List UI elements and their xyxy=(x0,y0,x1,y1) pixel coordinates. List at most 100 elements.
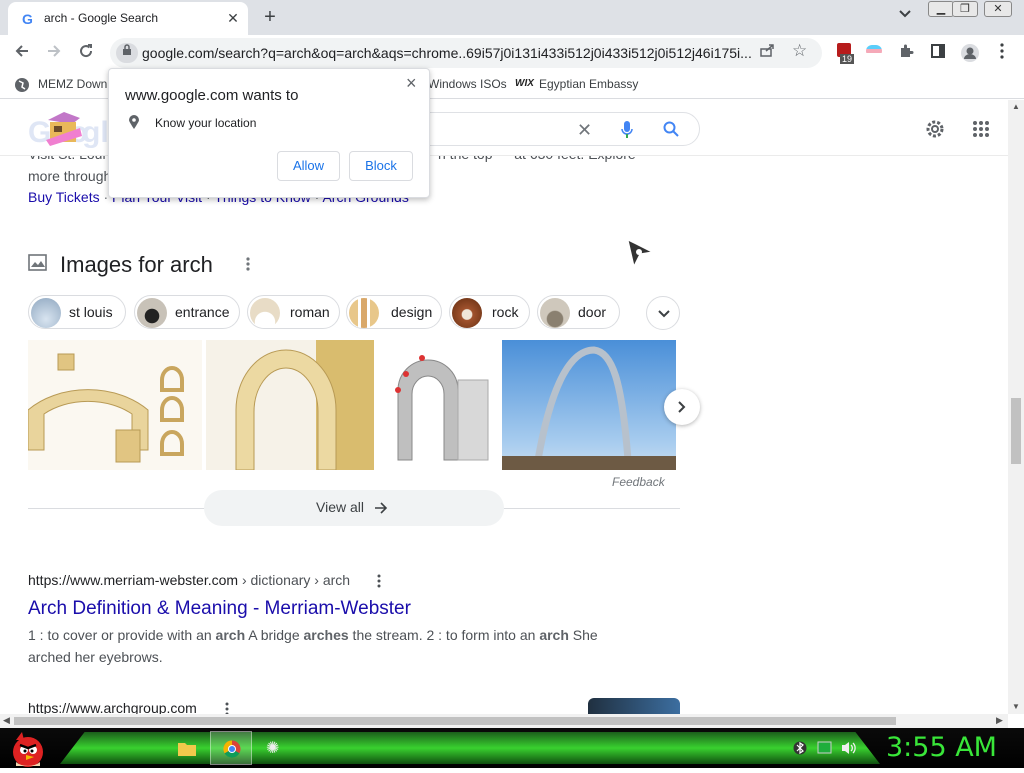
horizontal-scroll-thumb[interactable] xyxy=(14,717,896,725)
chip-entrance[interactable]: entrance xyxy=(134,295,240,329)
search-icon[interactable] xyxy=(663,121,679,142)
sitelink-buy-tickets[interactable]: Buy Tickets xyxy=(28,189,100,205)
taskbar-chrome-button[interactable] xyxy=(210,731,252,765)
result-snippet-line1: 1 : to cover or provide with an arch A b… xyxy=(28,627,598,643)
images-section-heading: Images for arch xyxy=(60,252,213,277)
extensions-puzzle-icon[interactable] xyxy=(896,43,916,63)
scroll-left-arrow-icon[interactable]: ◀ xyxy=(3,715,10,726)
new-tab-button[interactable]: + xyxy=(258,6,282,30)
snippet-bold: arch xyxy=(539,627,569,643)
tab-search-chevron-icon[interactable] xyxy=(894,8,916,26)
chips-expand-button[interactable] xyxy=(646,296,680,330)
chip-thumb-roman xyxy=(250,298,280,328)
bookmark-memz[interactable]: MEMZ Down xyxy=(38,77,107,91)
chip-roman[interactable]: roman xyxy=(247,295,340,329)
view-all-label: View all xyxy=(316,499,364,515)
start-button-angry-bird-icon[interactable] xyxy=(8,730,48,773)
voice-search-icon[interactable] xyxy=(621,121,633,144)
search-box[interactable]: ✕ xyxy=(410,112,700,146)
tray-volume-icon[interactable] xyxy=(841,740,857,761)
extension-red-icon[interactable]: 19 xyxy=(834,43,855,64)
result-more-options-icon[interactable] xyxy=(377,574,381,593)
settings-gear-icon[interactable] xyxy=(924,118,946,145)
snippet-text: 1 : to cover or provide with an xyxy=(28,627,216,643)
google-doodle-logo[interactable]: Goo gle xyxy=(28,110,125,150)
block-button[interactable]: Block xyxy=(349,151,413,181)
back-button[interactable] xyxy=(10,41,34,65)
extension-flag-icon[interactable] xyxy=(864,43,884,63)
images-section-icon xyxy=(28,254,48,277)
profile-avatar-icon[interactable] xyxy=(960,43,980,63)
result-snippet-line2: arched her eyebrows. xyxy=(28,649,163,665)
image-result-gateway-arch[interactable] xyxy=(502,340,676,470)
taskbar-clock[interactable]: 3:55 AM xyxy=(886,732,997,763)
chip-door[interactable]: door xyxy=(537,295,620,329)
vertical-scrollbar[interactable]: ▲ ▼ xyxy=(1008,100,1024,714)
image-result-arch-3d[interactable] xyxy=(378,340,498,470)
result2-thumbnail[interactable] xyxy=(588,698,680,714)
scroll-right-arrow-icon[interactable]: ▶ xyxy=(996,715,1003,726)
location-permission-dialog: www.google.com wants to × Know your loca… xyxy=(108,68,430,198)
taskbar-app-icon[interactable]: ✺ xyxy=(266,738,279,758)
tray-battery-icon[interactable] xyxy=(817,741,833,760)
horizontal-scrollbar[interactable]: ◀ ▶ xyxy=(0,714,1008,728)
chip-thumb-rock xyxy=(452,298,482,328)
browser-toolbar: google.com/search?q=arch&oq=arch&aqs=chr… xyxy=(0,35,1024,71)
result-cite: https://www.merriam-webster.com › dictio… xyxy=(28,572,350,588)
snippet-bold: arch xyxy=(215,627,246,643)
google-apps-icon[interactable] xyxy=(972,120,990,143)
chip-thumb-st-louis xyxy=(31,298,61,328)
side-panel-icon[interactable] xyxy=(928,43,948,63)
scroll-down-arrow-icon[interactable]: ▼ xyxy=(1012,702,1020,711)
bookmark-egyptian-embassy[interactable]: Egyptian Embassy xyxy=(539,77,638,91)
share-icon[interactable] xyxy=(760,43,776,60)
bookmark-globe-icon xyxy=(14,77,30,93)
minimize-button[interactable]: ▁ xyxy=(928,1,954,17)
wix-icon: WIX xyxy=(515,78,534,89)
image-result-arch-diagram[interactable] xyxy=(28,340,202,470)
scroll-up-arrow-icon[interactable]: ▲ xyxy=(1012,102,1020,111)
mouse-cursor-icon xyxy=(626,238,654,273)
image-result-voussoirs[interactable] xyxy=(206,340,374,470)
window-close-button[interactable]: ✕ xyxy=(984,1,1012,17)
maximize-button[interactable]: ❐ xyxy=(952,1,978,17)
result2-cite: https://www.archgroup.com xyxy=(28,700,197,714)
view-all-images-button[interactable]: View all xyxy=(204,490,504,526)
chip-rock[interactable]: rock xyxy=(449,295,530,329)
chip-label: door xyxy=(578,304,607,320)
address-bar[interactable]: google.com/search?q=arch&oq=arch&aqs=chr… xyxy=(110,38,822,68)
file-explorer-icon[interactable] xyxy=(178,740,196,761)
chip-thumb-door xyxy=(540,298,570,328)
images-feedback-link[interactable]: Feedback xyxy=(612,475,665,489)
image-carousel-next-button[interactable] xyxy=(664,389,700,425)
chip-label: design xyxy=(391,304,433,320)
bookmark-windows-isos[interactable]: Windows ISOs xyxy=(428,77,507,91)
chip-st-louis[interactable]: st louis xyxy=(28,295,126,329)
chip-design[interactable]: design xyxy=(346,295,442,329)
clear-search-icon[interactable]: ✕ xyxy=(577,120,592,141)
tray-bluetooth-icon[interactable] xyxy=(793,741,807,760)
lock-icon[interactable] xyxy=(116,43,138,63)
permission-text: Know your location xyxy=(155,116,257,130)
tab-close-icon[interactable]: ✕ xyxy=(224,9,242,27)
forward-button[interactable] xyxy=(42,41,66,65)
browser-menu-icon[interactable] xyxy=(992,43,1012,63)
snippet-text: She xyxy=(568,627,598,643)
tab-active[interactable]: G arch - Google Search ✕ xyxy=(8,2,248,35)
result2-more-options-icon[interactable] xyxy=(225,702,229,714)
chip-thumb-entrance xyxy=(137,298,167,328)
snippet-bold: arches xyxy=(303,627,349,643)
images-more-options-icon[interactable] xyxy=(246,256,250,277)
dialog-close-icon[interactable]: × xyxy=(406,73,417,94)
chip-thumb-design xyxy=(349,298,379,328)
result-cite-path: › dictionary › arch xyxy=(238,572,351,588)
vertical-scroll-thumb[interactable] xyxy=(1011,398,1021,464)
url-text[interactable]: google.com/search?q=arch&oq=arch&aqs=chr… xyxy=(142,45,752,61)
bookmark-star-icon[interactable]: ☆ xyxy=(792,41,807,61)
result-title-link[interactable]: Arch Definition & Meaning - Merriam-Webs… xyxy=(28,598,411,620)
snippet-text: A bridge xyxy=(245,627,304,643)
taskbar: ✺ 3:55 AM xyxy=(0,728,1024,768)
google-favicon-icon: G xyxy=(22,11,33,27)
allow-button[interactable]: Allow xyxy=(277,151,340,181)
reload-button[interactable] xyxy=(74,41,98,65)
